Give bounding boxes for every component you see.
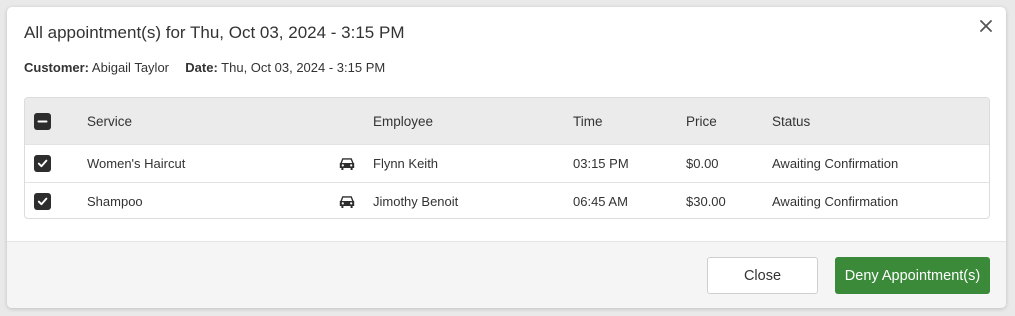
time-cell: 03:15 PM — [573, 156, 629, 171]
header-status: Status — [772, 113, 811, 129]
appointments-table: Service Employee Time Price Status Women… — [24, 97, 990, 219]
deny-appointments-button[interactable]: Deny Appointment(s) — [835, 257, 990, 294]
customer-label: Customer: — [24, 60, 90, 75]
status-cell: Awaiting Confirmation — [772, 194, 899, 209]
car-icon — [339, 183, 355, 218]
header-price: Price — [686, 113, 717, 129]
appointments-modal: All appointment(s) for Thu, Oct 03, 2024… — [7, 7, 1006, 308]
price-cell: $30.00 — [686, 194, 726, 209]
modal-footer: Close Deny Appointment(s) — [7, 241, 1006, 308]
modal-title: All appointment(s) for Thu, Oct 03, 2024… — [24, 23, 405, 42]
row-checkbox[interactable] — [34, 193, 51, 210]
table-header-row: Service Employee Time Price Status — [25, 98, 989, 144]
close-icon[interactable] — [976, 16, 996, 36]
service-cell: Women's Haircut — [87, 156, 186, 171]
header-time: Time — [573, 113, 603, 129]
table-row: Women's Haircut Flynn Keith 03:15 PM $0.… — [25, 144, 989, 182]
customer-value: Abigail Taylor — [91, 60, 170, 75]
time-cell: 06:45 AM — [573, 194, 628, 209]
modal-body: All appointment(s) for Thu, Oct 03, 2024… — [7, 7, 1006, 241]
appointment-meta: Customer: Abigail Taylor Date: Thu, Oct … — [24, 60, 385, 75]
employee-cell: Jimothy Benoit — [373, 194, 459, 209]
status-cell: Awaiting Confirmation — [772, 156, 899, 171]
row-checkbox[interactable] — [34, 155, 51, 172]
header-employee: Employee — [373, 113, 434, 129]
price-cell: $0.00 — [686, 156, 719, 171]
select-all-checkbox[interactable] — [34, 112, 51, 130]
service-cell: Shampoo — [87, 194, 143, 209]
employee-cell: Flynn Keith — [373, 156, 439, 171]
date-value: Thu, Oct 03, 2024 - 3:15 PM — [221, 60, 386, 75]
car-icon — [339, 145, 355, 182]
close-button[interactable]: Close — [707, 257, 818, 294]
date-label: Date: — [185, 60, 218, 75]
header-service: Service — [87, 113, 133, 129]
table-row: Shampoo Jimothy Benoit 06:45 AM $30.00 A… — [25, 182, 989, 218]
